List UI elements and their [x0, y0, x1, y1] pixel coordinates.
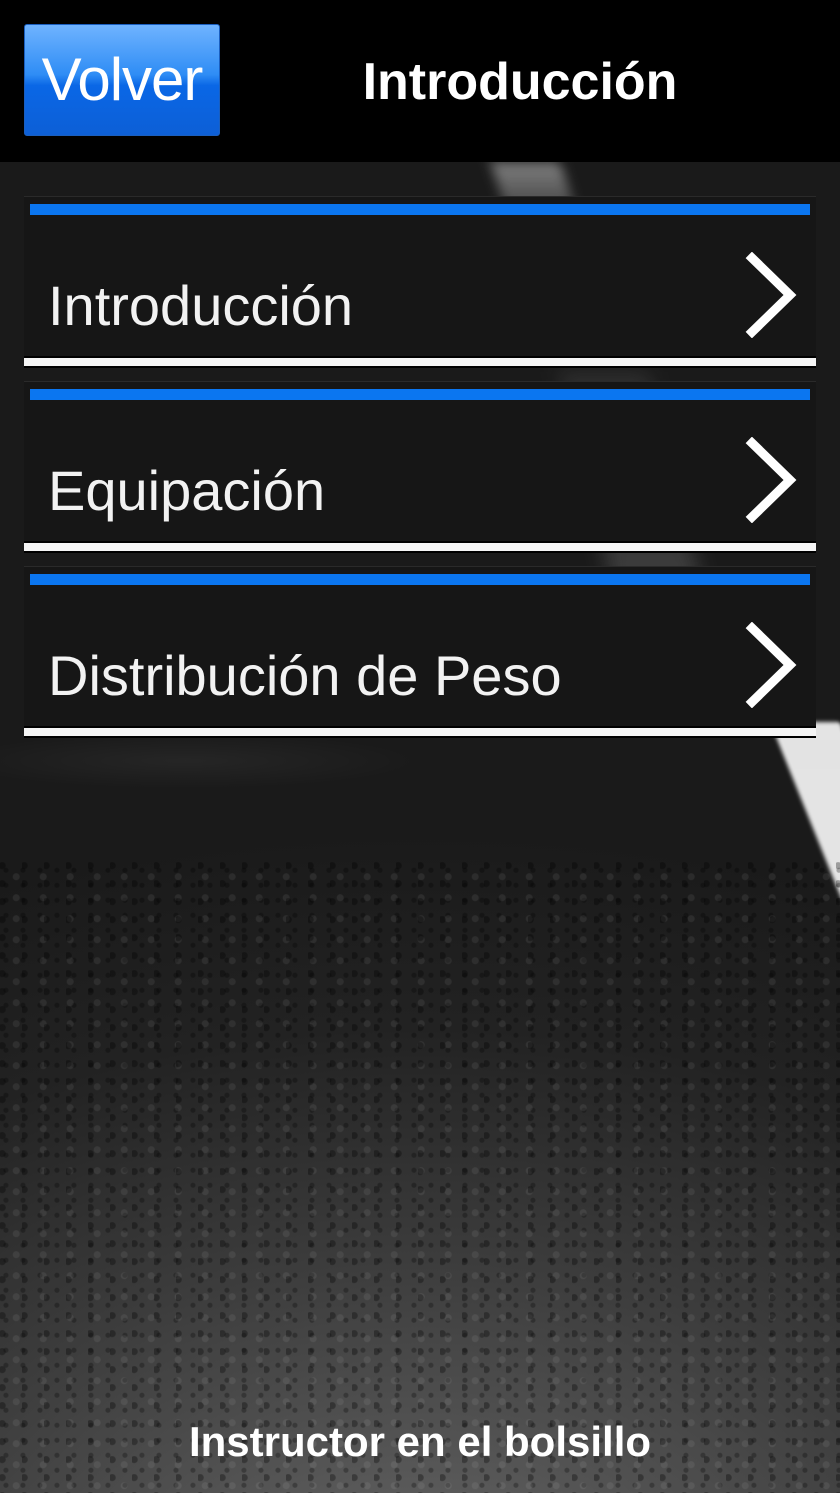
menu-item-distribucion-de-peso[interactable]: Distribución de Peso [24, 566, 816, 738]
back-button[interactable]: Volver [24, 24, 220, 136]
menu-item-introduccion[interactable]: Introducción [24, 196, 816, 368]
menu-item-accent-bar [30, 389, 810, 400]
menu-item-underline [24, 728, 816, 736]
menu-item-accent-bar [30, 574, 810, 585]
menu-item-label: Introducción [48, 274, 354, 337]
page-title: Introducción [362, 53, 678, 111]
chevron-right-icon [745, 252, 797, 338]
menu-item-equipacion[interactable]: Equipación [24, 381, 816, 553]
menu-item-underline [24, 358, 816, 366]
chevron-right-icon [745, 437, 797, 523]
chevron-right-icon [745, 622, 797, 708]
header-bar: Volver Introducción [0, 0, 840, 162]
footer-app-name: Instructor en el bolsillo [188, 1418, 652, 1465]
menu-item-label: Distribución de Peso [48, 644, 562, 707]
menu-list: Introducción Equipación Distribución de … [24, 196, 816, 751]
asphalt-texture [0, 862, 840, 1493]
menu-item-label: Equipación [48, 459, 326, 522]
menu-item-underline [24, 543, 816, 551]
menu-item-accent-bar [30, 204, 810, 215]
